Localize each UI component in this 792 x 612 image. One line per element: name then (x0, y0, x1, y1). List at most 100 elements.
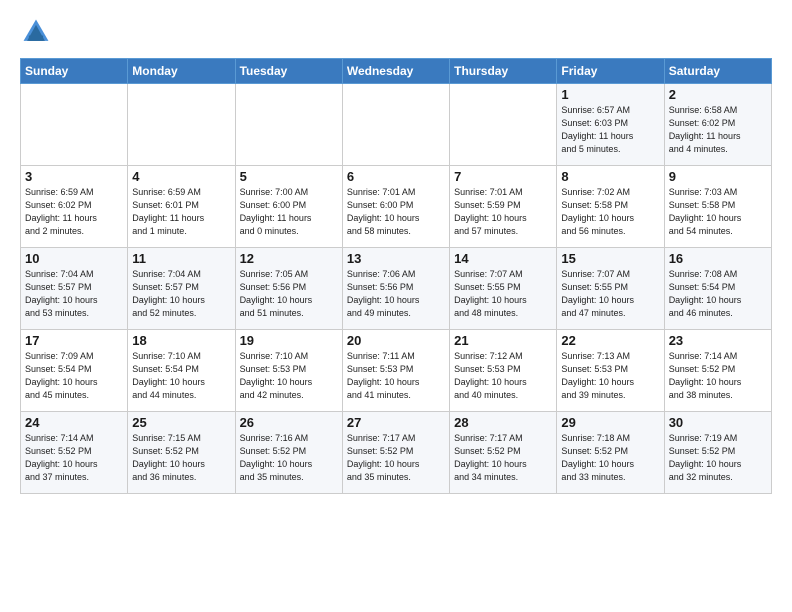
day-cell: 17 Sunrise: 7:09 AM Sunset: 5:54 PM Dayli… (21, 330, 128, 412)
weekday-header-row: SundayMondayTuesdayWednesdayThursdayFrid… (21, 59, 772, 84)
day-number: 26 (240, 415, 338, 430)
logo (20, 16, 56, 48)
day-cell: 28 Sunrise: 7:17 AM Sunset: 5:52 PM Dayli… (450, 412, 557, 494)
day-info: Sunrise: 7:00 AM Sunset: 6:00 PM Dayligh… (240, 186, 338, 238)
week-row-1: 3 Sunrise: 6:59 AM Sunset: 6:02 PM Daylig… (21, 166, 772, 248)
weekday-header-sunday: Sunday (21, 59, 128, 84)
day-cell (21, 84, 128, 166)
day-info: Sunrise: 7:10 AM Sunset: 5:53 PM Dayligh… (240, 350, 338, 402)
day-cell (235, 84, 342, 166)
day-info: Sunrise: 7:06 AM Sunset: 5:56 PM Dayligh… (347, 268, 445, 320)
day-number: 4 (132, 169, 230, 184)
week-row-2: 10 Sunrise: 7:04 AM Sunset: 5:57 PM Dayli… (21, 248, 772, 330)
day-info: Sunrise: 7:17 AM Sunset: 5:52 PM Dayligh… (454, 432, 552, 484)
day-cell: 19 Sunrise: 7:10 AM Sunset: 5:53 PM Dayli… (235, 330, 342, 412)
day-cell: 25 Sunrise: 7:15 AM Sunset: 5:52 PM Dayli… (128, 412, 235, 494)
day-number: 17 (25, 333, 123, 348)
day-info: Sunrise: 7:04 AM Sunset: 5:57 PM Dayligh… (25, 268, 123, 320)
day-number: 10 (25, 251, 123, 266)
logo-icon (20, 16, 52, 48)
weekday-header-saturday: Saturday (664, 59, 771, 84)
day-cell: 13 Sunrise: 7:06 AM Sunset: 5:56 PM Dayli… (342, 248, 449, 330)
day-info: Sunrise: 7:16 AM Sunset: 5:52 PM Dayligh… (240, 432, 338, 484)
day-cell: 18 Sunrise: 7:10 AM Sunset: 5:54 PM Dayli… (128, 330, 235, 412)
day-info: Sunrise: 7:17 AM Sunset: 5:52 PM Dayligh… (347, 432, 445, 484)
day-cell: 21 Sunrise: 7:12 AM Sunset: 5:53 PM Dayli… (450, 330, 557, 412)
day-number: 12 (240, 251, 338, 266)
day-info: Sunrise: 6:59 AM Sunset: 6:02 PM Dayligh… (25, 186, 123, 238)
day-number: 8 (561, 169, 659, 184)
day-info: Sunrise: 7:13 AM Sunset: 5:53 PM Dayligh… (561, 350, 659, 402)
day-info: Sunrise: 7:12 AM Sunset: 5:53 PM Dayligh… (454, 350, 552, 402)
day-number: 24 (25, 415, 123, 430)
day-info: Sunrise: 6:59 AM Sunset: 6:01 PM Dayligh… (132, 186, 230, 238)
day-cell: 22 Sunrise: 7:13 AM Sunset: 5:53 PM Dayli… (557, 330, 664, 412)
day-info: Sunrise: 7:03 AM Sunset: 5:58 PM Dayligh… (669, 186, 767, 238)
day-cell: 27 Sunrise: 7:17 AM Sunset: 5:52 PM Dayli… (342, 412, 449, 494)
day-number: 5 (240, 169, 338, 184)
day-info: Sunrise: 6:57 AM Sunset: 6:03 PM Dayligh… (561, 104, 659, 156)
day-number: 15 (561, 251, 659, 266)
day-info: Sunrise: 7:05 AM Sunset: 5:56 PM Dayligh… (240, 268, 338, 320)
day-number: 13 (347, 251, 445, 266)
day-cell: 14 Sunrise: 7:07 AM Sunset: 5:55 PM Dayli… (450, 248, 557, 330)
day-cell: 20Sunrise: 7:11 AM Sunset: 5:53 PM Dayli… (342, 330, 449, 412)
day-info: Sunrise: 7:19 AM Sunset: 5:52 PM Dayligh… (669, 432, 767, 484)
weekday-header-thursday: Thursday (450, 59, 557, 84)
day-number: 18 (132, 333, 230, 348)
day-number: 6 (347, 169, 445, 184)
header (20, 16, 772, 48)
day-cell (450, 84, 557, 166)
day-info: Sunrise: 7:15 AM Sunset: 5:52 PM Dayligh… (132, 432, 230, 484)
day-number: 3 (25, 169, 123, 184)
day-cell: 23 Sunrise: 7:14 AM Sunset: 5:52 PM Dayli… (664, 330, 771, 412)
day-cell: 15Sunrise: 7:07 AM Sunset: 5:55 PM Dayli… (557, 248, 664, 330)
day-cell: 11 Sunrise: 7:04 AM Sunset: 5:57 PM Dayli… (128, 248, 235, 330)
week-row-4: 24 Sunrise: 7:14 AM Sunset: 5:52 PM Dayli… (21, 412, 772, 494)
day-info: Sunrise: 7:10 AM Sunset: 5:54 PM Dayligh… (132, 350, 230, 402)
day-cell: 30Sunrise: 7:19 AM Sunset: 5:52 PM Dayli… (664, 412, 771, 494)
day-number: 28 (454, 415, 552, 430)
day-cell: 8Sunrise: 7:02 AM Sunset: 5:58 PM Daylig… (557, 166, 664, 248)
day-cell (342, 84, 449, 166)
day-info: Sunrise: 7:14 AM Sunset: 5:52 PM Dayligh… (25, 432, 123, 484)
day-cell (128, 84, 235, 166)
day-number: 29 (561, 415, 659, 430)
day-cell: 12 Sunrise: 7:05 AM Sunset: 5:56 PM Dayli… (235, 248, 342, 330)
day-info: Sunrise: 7:04 AM Sunset: 5:57 PM Dayligh… (132, 268, 230, 320)
day-info: Sunrise: 7:01 AM Sunset: 6:00 PM Dayligh… (347, 186, 445, 238)
day-cell: 1 Sunrise: 6:57 AM Sunset: 6:03 PM Daylig… (557, 84, 664, 166)
day-number: 23 (669, 333, 767, 348)
day-number: 27 (347, 415, 445, 430)
day-info: Sunrise: 7:08 AM Sunset: 5:54 PM Dayligh… (669, 268, 767, 320)
day-info: Sunrise: 7:07 AM Sunset: 5:55 PM Dayligh… (454, 268, 552, 320)
page: SundayMondayTuesdayWednesdayThursdayFrid… (0, 0, 792, 504)
day-number: 21 (454, 333, 552, 348)
weekday-header-wednesday: Wednesday (342, 59, 449, 84)
day-info: Sunrise: 7:09 AM Sunset: 5:54 PM Dayligh… (25, 350, 123, 402)
day-number: 14 (454, 251, 552, 266)
day-cell: 24 Sunrise: 7:14 AM Sunset: 5:52 PM Dayli… (21, 412, 128, 494)
day-cell: 9Sunrise: 7:03 AM Sunset: 5:58 PM Daylig… (664, 166, 771, 248)
day-cell: 3 Sunrise: 6:59 AM Sunset: 6:02 PM Daylig… (21, 166, 128, 248)
day-number: 25 (132, 415, 230, 430)
day-number: 19 (240, 333, 338, 348)
day-number: 1 (561, 87, 659, 102)
day-cell: 2Sunrise: 6:58 AM Sunset: 6:02 PM Daylig… (664, 84, 771, 166)
day-cell: 4 Sunrise: 6:59 AM Sunset: 6:01 PM Daylig… (128, 166, 235, 248)
day-cell: 26 Sunrise: 7:16 AM Sunset: 5:52 PM Dayli… (235, 412, 342, 494)
day-number: 22 (561, 333, 659, 348)
day-info: Sunrise: 7:11 AM Sunset: 5:53 PM Dayligh… (347, 350, 445, 402)
calendar: SundayMondayTuesdayWednesdayThursdayFrid… (20, 58, 772, 494)
day-cell: 16Sunrise: 7:08 AM Sunset: 5:54 PM Dayli… (664, 248, 771, 330)
day-info: Sunrise: 7:18 AM Sunset: 5:52 PM Dayligh… (561, 432, 659, 484)
weekday-header-tuesday: Tuesday (235, 59, 342, 84)
day-info: Sunrise: 7:14 AM Sunset: 5:52 PM Dayligh… (669, 350, 767, 402)
day-number: 11 (132, 251, 230, 266)
day-number: 7 (454, 169, 552, 184)
week-row-0: 1 Sunrise: 6:57 AM Sunset: 6:03 PM Daylig… (21, 84, 772, 166)
weekday-header-monday: Monday (128, 59, 235, 84)
day-cell: 7Sunrise: 7:01 AM Sunset: 5:59 PM Daylig… (450, 166, 557, 248)
day-cell: 6 Sunrise: 7:01 AM Sunset: 6:00 PM Daylig… (342, 166, 449, 248)
day-cell: 29 Sunrise: 7:18 AM Sunset: 5:52 PM Dayli… (557, 412, 664, 494)
